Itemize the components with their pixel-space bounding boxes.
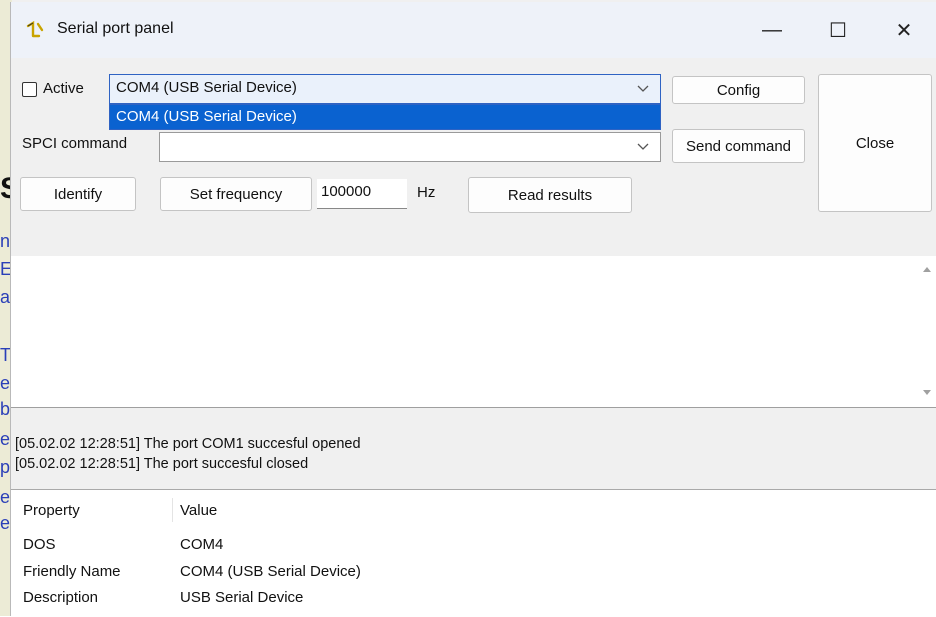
splitter[interactable] (11, 407, 936, 408)
window-title: Serial port panel (57, 20, 174, 37)
maximize-button[interactable]: ☐ (803, 2, 873, 58)
close-window-button[interactable]: ✕ (869, 2, 936, 58)
property-value: COM4 (USB Serial Device) (180, 563, 361, 580)
property-name: DOS (23, 536, 56, 553)
set-frequency-button[interactable]: Set frequency (160, 177, 312, 211)
active-checkbox[interactable] (22, 82, 37, 97)
title-bar[interactable]: Serial port panel — ☐ ✕ (11, 2, 936, 58)
close-button[interactable]: Close (818, 74, 932, 212)
frequency-value: 100000 (321, 183, 372, 200)
active-label: Active (43, 80, 84, 97)
chevron-down-icon (637, 143, 649, 150)
response-textarea[interactable] (11, 256, 936, 408)
property-name: Description (23, 589, 99, 606)
property-name: Friendly Name (23, 563, 121, 580)
property-value: USB Serial Device (180, 589, 304, 606)
serial-port-panel-window: Serial port panel — ☐ ✕ Active COM4 (USB… (10, 2, 936, 617)
column-header-property[interactable]: Property (23, 502, 80, 519)
property-value: COM4 (180, 536, 224, 553)
scroll-down-icon[interactable] (922, 388, 932, 398)
port-combo-value: COM4 (USB Serial Device) (116, 79, 297, 96)
send-command-button[interactable]: Send command (672, 129, 805, 163)
hz-label: Hz (417, 184, 436, 201)
port-option-com4[interactable]: COM4 (USB Serial Device) (110, 105, 660, 129)
serial-app-icon (26, 20, 44, 38)
log-panel: [05.02.02 12:28:51] The port COM1 succes… (15, 434, 361, 474)
frequency-input[interactable]: 100000 (317, 179, 407, 209)
column-divider[interactable] (172, 498, 173, 522)
port-combobox[interactable]: COM4 (USB Serial Device) (109, 74, 661, 104)
port-dropdown-list: COM4 (USB Serial Device) (109, 104, 661, 130)
spci-command-label: SPCI command (22, 135, 128, 152)
column-header-value[interactable]: Value (180, 502, 217, 519)
config-button[interactable]: Config (672, 76, 805, 104)
log-line: [05.02.02 12:28:51] The port succesful c… (15, 456, 309, 472)
response-scrollbar[interactable] (917, 256, 936, 408)
spci-command-combobox[interactable] (159, 132, 661, 162)
chevron-down-icon (637, 85, 649, 92)
log-line: [05.02.02 12:28:51] The port COM1 succes… (15, 436, 361, 452)
identify-button[interactable]: Identify (20, 177, 136, 211)
scroll-up-icon[interactable] (922, 264, 932, 274)
property-grid: Property Value DOS COM4 Friendly Name CO… (11, 489, 936, 617)
minimize-button[interactable]: — (737, 2, 807, 58)
read-results-button[interactable]: Read results (468, 177, 632, 213)
